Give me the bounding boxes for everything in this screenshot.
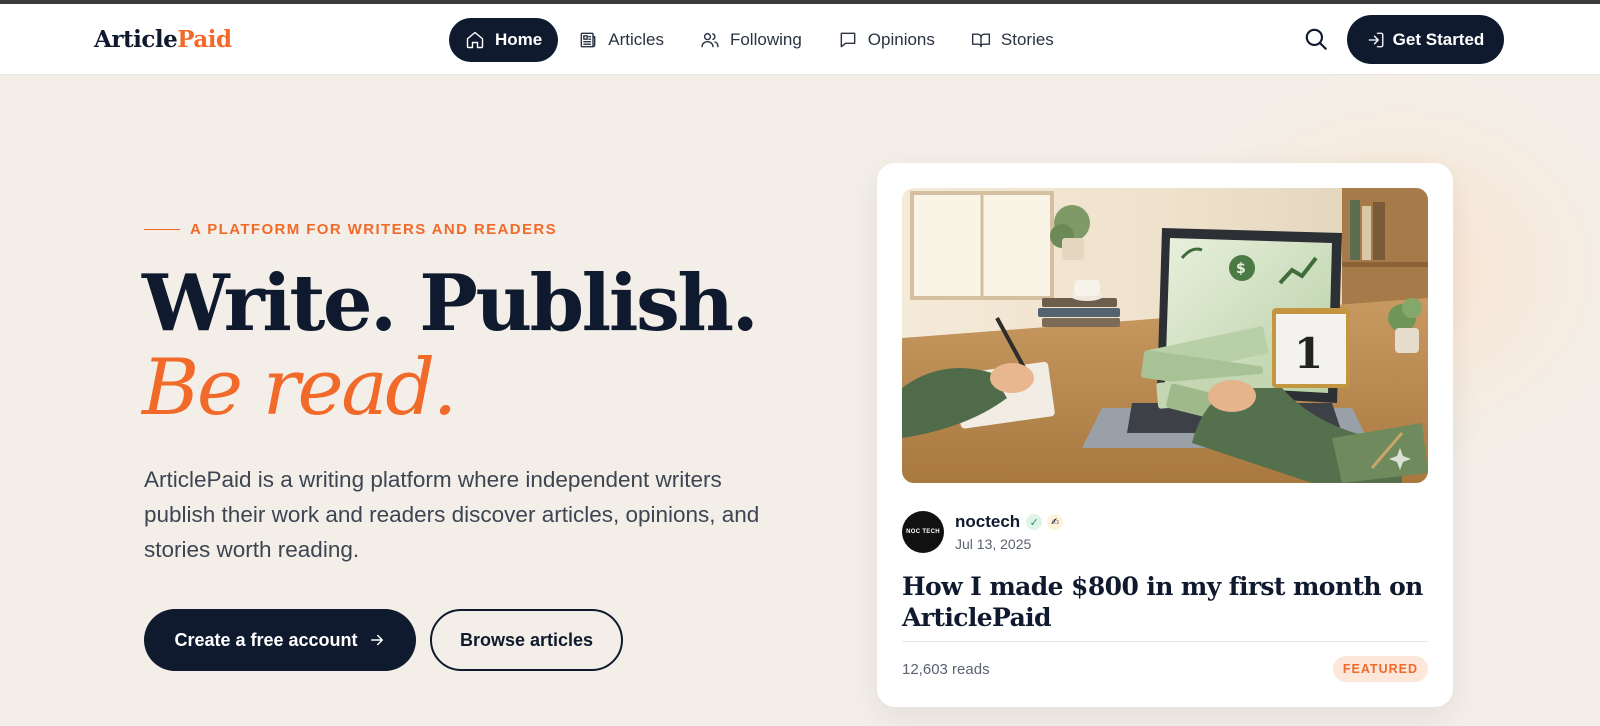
- users-icon: [701, 33, 719, 48]
- author-name[interactable]: noctech: [955, 512, 1020, 532]
- get-started-label: Get Started: [1392, 29, 1485, 49]
- article-cover-image: $ 1: [902, 188, 1428, 483]
- headline-accent: Be read.: [142, 343, 457, 433]
- create-account-label: Create a free account: [174, 629, 358, 650]
- nav-item-label: Opinions: [867, 30, 935, 49]
- featured-badge: FEATURED: [1332, 656, 1428, 682]
- newspaper-icon: [580, 32, 596, 48]
- author-avatar[interactable]: NOC TECH: [902, 511, 944, 553]
- hero-eyebrow: A PLATFORM FOR WRITERS AND READERS: [144, 221, 557, 238]
- arrow-right-icon: [370, 634, 383, 646]
- browse-articles-button[interactable]: Browse articles: [430, 609, 623, 671]
- publish-date: Jul 13, 2025: [955, 536, 1032, 552]
- search-button[interactable]: [1303, 26, 1331, 54]
- hero-headline: Write. Publish. Be read.: [142, 262, 822, 433]
- card-divider: [902, 641, 1428, 642]
- author-name-row: noctech ✓ ✍: [955, 512, 1064, 532]
- nav-item-articles[interactable]: Articles: [562, 18, 680, 62]
- create-account-button[interactable]: Create a free account: [144, 609, 416, 671]
- brand-logo[interactable]: ArticlePaid: [94, 26, 232, 53]
- home-icon: [466, 31, 484, 49]
- svg-text:$: $: [1236, 261, 1246, 277]
- verified-check-icon: ✓: [1026, 514, 1043, 530]
- get-started-button[interactable]: Get Started: [1347, 15, 1504, 64]
- nav-item-label: Stories: [1000, 30, 1054, 49]
- brand-logo-part2: Paid: [177, 26, 232, 53]
- search-icon: [1305, 28, 1327, 50]
- brand-logo-part1: Article: [94, 26, 178, 53]
- eyebrow-rule: [144, 229, 180, 230]
- author-meta: noctech ✓ ✍ Jul 13, 2025: [955, 512, 1064, 552]
- featured-article-card[interactable]: $ 1 NOC TECH noctech ✓ ✍ Jul 13, 2025 Ho…: [877, 163, 1453, 707]
- read-count: 12,603 reads: [902, 661, 990, 678]
- article-title[interactable]: How I made $800 in my first month on Art…: [902, 571, 1428, 633]
- eyebrow-text: A PLATFORM FOR WRITERS AND READERS: [190, 221, 558, 238]
- nav-item-label: Home: [495, 30, 543, 49]
- nav-item-opinions[interactable]: Opinions: [822, 18, 951, 62]
- message-icon: [840, 32, 856, 48]
- main-nav: Home Articles Following Opinions Stories: [449, 18, 1074, 62]
- login-icon: [1368, 32, 1384, 47]
- headline-main: Write. Publish.: [142, 258, 759, 349]
- nav-item-stories[interactable]: Stories: [955, 18, 1070, 62]
- nav-item-label: Following: [729, 30, 802, 49]
- browse-articles-label: Browse articles: [459, 629, 594, 650]
- nav-item-home[interactable]: Home: [449, 18, 559, 62]
- writer-badge-icon: ✍: [1047, 514, 1064, 530]
- nav-item-label: Articles: [608, 30, 664, 49]
- author-row: NOC TECH noctech ✓ ✍ Jul 13, 2025: [902, 511, 1064, 553]
- book-open-icon: [971, 33, 990, 48]
- svg-text:1: 1: [1294, 329, 1323, 378]
- cover-illustration: $ 1: [902, 188, 1428, 483]
- nav-item-following[interactable]: Following: [684, 18, 818, 62]
- hero-description: ArticlePaid is a writing platform where …: [144, 467, 760, 562]
